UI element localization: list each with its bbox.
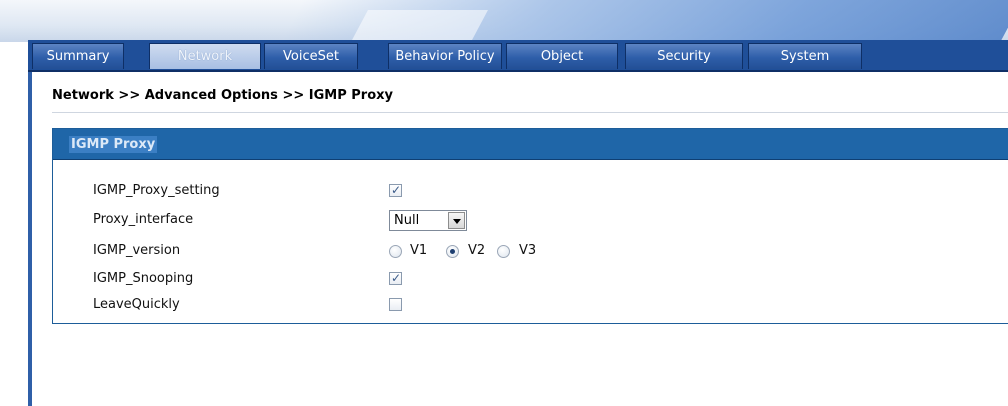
row-igmp-proxy-setting: IGMP_Proxy_setting ✓ bbox=[93, 181, 993, 203]
radio-v1[interactable] bbox=[389, 245, 402, 258]
panel-header: IGMP Proxy bbox=[53, 129, 1008, 160]
panel-title: IGMP Proxy bbox=[69, 136, 158, 153]
tab-system[interactable]: System bbox=[748, 43, 862, 69]
radio-v2-label: V2 bbox=[468, 243, 486, 258]
igmp-snooping-checkbox[interactable]: ✓ bbox=[389, 271, 402, 285]
tab-behavior-policy[interactable]: Behavior Policy bbox=[388, 43, 502, 69]
tab-security[interactable]: Security bbox=[625, 43, 743, 69]
leave-quickly-label: LeaveQuickly bbox=[93, 297, 180, 312]
tab-voiceset[interactable]: VoiceSet bbox=[264, 43, 358, 69]
row-leave-quickly: LeaveQuickly bbox=[93, 295, 993, 317]
radio-v1-label: V1 bbox=[410, 243, 428, 258]
breadcrumb: Network >> Advanced Options >> IGMP Prox… bbox=[52, 88, 393, 103]
radio-v2[interactable] bbox=[446, 245, 459, 258]
top-banner bbox=[0, 0, 1008, 42]
igmp-version-label: IGMP_version bbox=[93, 243, 181, 258]
proxy-interface-label: Proxy_interface bbox=[93, 212, 194, 227]
radio-v3-label: V3 bbox=[519, 243, 537, 258]
row-proxy-interface: Proxy_interface Null bbox=[93, 210, 993, 232]
dropdown-button[interactable] bbox=[448, 212, 465, 229]
igmp-proxy-setting-checkbox[interactable]: ✓ bbox=[389, 183, 402, 197]
page: Summary Network VoiceSet Behavior Policy… bbox=[0, 0, 1008, 406]
radio-v3[interactable] bbox=[497, 245, 510, 258]
leave-quickly-checkbox[interactable] bbox=[389, 298, 402, 311]
tab-network[interactable]: Network bbox=[149, 43, 261, 69]
row-igmp-snooping: IGMP_Snooping ✓ bbox=[93, 269, 993, 291]
tab-object[interactable]: Object bbox=[506, 43, 618, 69]
proxy-interface-value: Null bbox=[394, 213, 420, 228]
chevron-down-icon bbox=[453, 219, 461, 224]
check-icon: ✓ bbox=[391, 271, 402, 285]
tab-bar: Summary Network VoiceSet Behavior Policy… bbox=[28, 40, 1008, 72]
divider bbox=[52, 112, 1008, 113]
check-icon: ✓ bbox=[391, 183, 402, 197]
row-igmp-version: IGMP_version V1 V2 V3 bbox=[93, 241, 993, 263]
main-content: Network >> Advanced Options >> IGMP Prox… bbox=[32, 72, 1008, 406]
igmp-snooping-label: IGMP_Snooping bbox=[93, 271, 194, 286]
proxy-interface-select[interactable]: Null bbox=[389, 210, 467, 231]
igmp-proxy-setting-label: IGMP_Proxy_setting bbox=[93, 183, 220, 198]
banner-highlight bbox=[352, 10, 488, 40]
tab-summary[interactable]: Summary bbox=[32, 43, 124, 69]
igmp-proxy-panel: IGMP Proxy IGMP_Proxy_setting ✓ Proxy_in… bbox=[52, 128, 1008, 324]
